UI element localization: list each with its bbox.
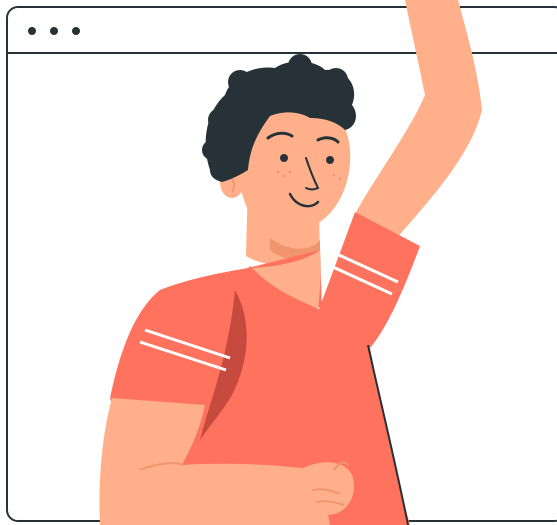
fist	[300, 462, 354, 515]
left-eye	[280, 154, 288, 162]
page	[0, 0, 557, 525]
raised-arm	[356, 0, 482, 244]
right-eye	[326, 156, 334, 164]
person-waving-illustration	[99, 0, 482, 525]
